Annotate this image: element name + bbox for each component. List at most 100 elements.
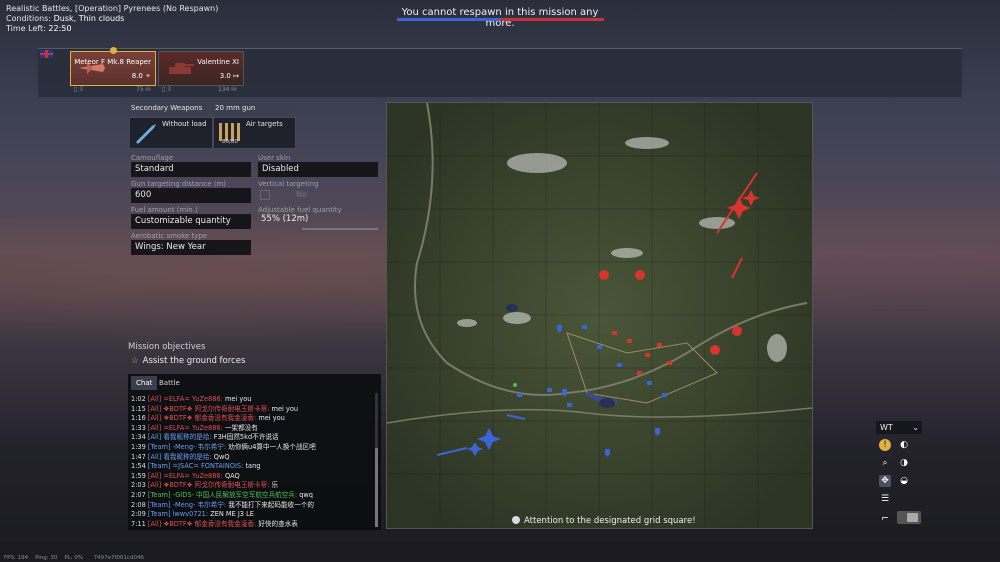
mission-conditions: Conditions: Dusk, Thin clouds bbox=[6, 14, 125, 23]
settings-sliders-icon[interactable]: ☰ bbox=[879, 493, 891, 505]
fuel-amount-label: Fuel amount (min.) bbox=[131, 206, 198, 214]
map-hint: Attention to the designated grid square! bbox=[512, 516, 696, 526]
chat-time: 1:34 bbox=[131, 433, 148, 442]
chat-sender[interactable]: [Team] lwwv0721: bbox=[148, 510, 210, 518]
uk-flag-icon bbox=[40, 50, 53, 58]
chat-message: F3H固然5kd不许说话 bbox=[213, 433, 279, 442]
chat-time: 1:54 bbox=[131, 462, 148, 471]
objective-item: ☆ Assist the ground forces bbox=[131, 356, 246, 366]
missile-icon bbox=[136, 124, 156, 144]
chat-sender[interactable]: [All] ❖BDTF❖ 郁金香没有我金凌香: bbox=[148, 414, 258, 422]
chat-message: QwQ bbox=[213, 452, 230, 461]
chat-line: 2:09 [Team] lwwv0721: ZEN ME J3 LE bbox=[131, 510, 371, 520]
chat-line: 1:59 [All] =ELFA= YuZe886: QAQ bbox=[131, 472, 371, 482]
chat-scrollbar[interactable] bbox=[375, 393, 378, 527]
chat-sender[interactable]: [All] =ELFA= YuZe886: bbox=[148, 395, 225, 403]
gun-header: 20 mm gun bbox=[212, 103, 297, 114]
vehicle-slot-meteor[interactable]: Meteor F Mk.8 Reaper 8.0 ✦ bbox=[70, 51, 156, 86]
toggle-knob bbox=[907, 513, 918, 522]
chat-sender[interactable]: [All] 看我昵称的是给: bbox=[148, 433, 214, 441]
chat-time: 1:47 bbox=[131, 452, 148, 461]
slot-count: ▯ 3 bbox=[74, 86, 84, 93]
chat-message: mei you bbox=[258, 414, 285, 423]
user-skin-label: User skin bbox=[258, 154, 291, 162]
zoom-icon[interactable]: ⌕ bbox=[879, 457, 891, 469]
vertical-targeting-label: Vertical targeting bbox=[258, 180, 319, 188]
chat-time: 2:03 bbox=[131, 481, 148, 490]
smoke-type-select[interactable]: Wings: New Year bbox=[131, 240, 251, 255]
cursor-icon[interactable]: ⌐ bbox=[879, 513, 891, 525]
vehicle-name: Valentine XI bbox=[197, 58, 239, 66]
chat-sender[interactable]: [Team] -Meng- 韦尔希宁: bbox=[148, 443, 228, 451]
chat-sender[interactable]: [Team] =JSAC= FONTAINOIS: bbox=[148, 462, 246, 470]
tab-battle[interactable]: Battle bbox=[154, 376, 185, 390]
adjustable-fuel-value: 55% (12m) bbox=[261, 214, 309, 224]
chat-time: 2:07 bbox=[131, 490, 148, 499]
mouse-scroll-icon: ◑ bbox=[900, 458, 908, 468]
control-mode-select[interactable]: WT ⌄ bbox=[876, 421, 922, 434]
tactical-map[interactable] bbox=[386, 102, 813, 529]
chat-sender[interactable]: [All] ❖BDTF❖ 郁金香没有我金凌香: bbox=[148, 520, 258, 528]
chat-message: 乐 bbox=[271, 481, 279, 490]
chat-line: 1:33 [All] =ELFA= YuZe886: 一架都没有 bbox=[131, 424, 371, 434]
chat-time: 1:02 bbox=[131, 395, 148, 403]
selected-crown-icon bbox=[110, 47, 117, 54]
mission-mode: Realistic Battles, [Operation] Pyrenees … bbox=[6, 4, 219, 13]
camouflage-label: Camouflage bbox=[131, 154, 174, 162]
chat-line: 2:03 [All] ❖BDTF❖ 阿戈尔传奇耐电王斯卡蒂: 乐 bbox=[131, 481, 371, 491]
slot-count: ▯ 3 bbox=[162, 86, 172, 93]
performance-stats: FPS: 194 Ping: 30 PL: 0% 7497e7f001cd046 bbox=[4, 555, 144, 561]
vertical-targeting-checkbox[interactable] bbox=[260, 190, 270, 200]
fuel-slider[interactable] bbox=[302, 228, 378, 230]
chat-scroll-thumb[interactable] bbox=[375, 448, 378, 527]
chat-sender[interactable]: [All] 看我昵称的是给: bbox=[148, 453, 214, 461]
move-icon[interactable]: ✥ bbox=[879, 475, 891, 487]
user-skin-select[interactable]: Disabled bbox=[258, 162, 378, 177]
map-terrain bbox=[387, 103, 812, 528]
chat-line: 1:16 [All] ❖BDTF❖ 郁金香没有我金凌香: mei you bbox=[131, 414, 371, 424]
chat-line: 2:07 [Team] -GIDS- 中国人民解放军空军航空兵航空兵: qwq bbox=[131, 491, 371, 501]
toggle-switch[interactable] bbox=[897, 511, 921, 524]
secondary-weapon-select[interactable]: Without load bbox=[129, 117, 213, 149]
alert-icon[interactable]: ! bbox=[879, 439, 891, 451]
gun-ammo-select[interactable]: Air targets 80/80 bbox=[213, 117, 296, 149]
gun-distance-select[interactable]: 600 bbox=[131, 188, 251, 203]
chat-message: 一架都没有 bbox=[224, 423, 258, 432]
chat-message: 好快的查水表 bbox=[258, 519, 298, 528]
chat-time: 7:11 bbox=[131, 519, 148, 528]
chat-sender[interactable]: [Team] -GIDS- 中国人民解放军空军航空兵航空兵: bbox=[148, 491, 299, 499]
fuel-amount-select[interactable]: Customizable quantity bbox=[131, 214, 251, 229]
tank-icon bbox=[169, 63, 194, 74]
gun-ammo-value: Air targets bbox=[246, 120, 283, 128]
chat-time: 2:08 bbox=[131, 500, 148, 509]
chat-line: 2:08 [Team] -Meng- 韦尔希宁: 我不能打下来起码能收一个的 bbox=[131, 501, 371, 511]
mouse-icon: ◐ bbox=[900, 440, 908, 450]
chat-message: mei you bbox=[271, 404, 299, 413]
ammo-count: 80/80 bbox=[222, 139, 238, 145]
chat-message: tang bbox=[245, 462, 261, 471]
chat-sender[interactable]: [All] =ELFA= YuZe886: bbox=[148, 472, 225, 480]
chat-sender[interactable]: [Team] -Meng- 韦尔希宁: bbox=[148, 501, 228, 509]
chat-message: mei you bbox=[224, 395, 252, 403]
gun-distance-label: Gun targeting distance (m) bbox=[131, 180, 227, 188]
chat-sender[interactable]: [All] =ELFA= YuZe886: bbox=[148, 424, 225, 432]
star-icon: ☆ bbox=[131, 356, 139, 366]
chat-message: ZEN ME J3 LE bbox=[210, 510, 254, 519]
vehicle-name: Meteor F Mk.8 Reaper bbox=[74, 58, 151, 66]
secondary-weapons-header: Secondary Weapons bbox=[128, 103, 213, 114]
chat-time: 2:09 bbox=[131, 510, 148, 519]
chat-time: 1:39 bbox=[131, 442, 148, 451]
camouflage-select[interactable]: Standard bbox=[131, 162, 251, 177]
adjustable-fuel-label: Adjustable fuel quantity bbox=[258, 206, 342, 214]
slot-cost: 75 ⛁ bbox=[136, 86, 151, 93]
vehicle-slot-valentine[interactable]: Valentine XI 3.0 ↦ bbox=[158, 51, 244, 86]
chat-line: 1:15 [All] ❖BDTF❖ 阿戈尔传奇耐电王斯卡蒂: mei you bbox=[131, 405, 371, 415]
vehicle-br: 8.0 ✦ bbox=[131, 72, 151, 80]
chat-sender[interactable]: [All] ❖BDTF❖ 阿戈尔传奇耐电王斯卡蒂: bbox=[148, 405, 272, 413]
chat-line: 7:11 [All] ❖BDTF❖ 郁金香没有我金凌香: 好快的查水表 bbox=[131, 520, 371, 530]
chat-line: 1:47 [All] 看我昵称的是给: QwQ bbox=[131, 453, 371, 463]
chat-message: 劝你俩u4算中一人换个战区吧 bbox=[228, 442, 316, 451]
chat-sender[interactable]: [All] ❖BDTF❖ 阿戈尔传奇耐电王斯卡蒂: bbox=[148, 481, 272, 489]
vertical-targeting-value: No bbox=[296, 190, 307, 199]
slot-cost: 134 ⛁ bbox=[218, 86, 237, 93]
